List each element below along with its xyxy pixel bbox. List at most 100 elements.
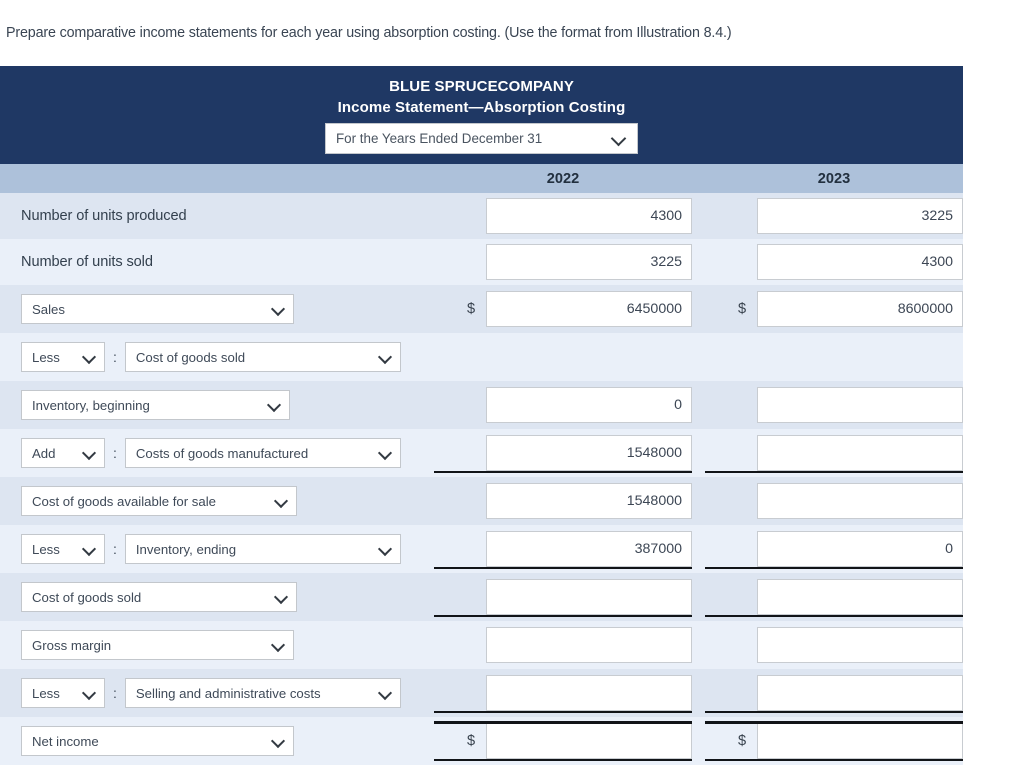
chevron-down-icon: [272, 735, 285, 748]
amount-input-gross-margin-2022[interactable]: [486, 627, 692, 663]
line-item-select-cost-of-goods-sold[interactable]: Cost of goods sold: [124, 342, 401, 372]
statement-banner: BLUE SPRUCECOMPANY Income Statement—Abso…: [0, 66, 963, 164]
value-cell-2023: $: [705, 627, 963, 663]
value-cell-2023: $: [705, 675, 963, 713]
value-cell-2022: $1548000: [434, 435, 692, 473]
amount-input-number-of-units-produced-2023[interactable]: 3225: [757, 198, 963, 234]
amount-input-inventory-ending-2022[interactable]: 387000: [486, 531, 692, 567]
chevron-down-icon: [379, 687, 392, 700]
amount-input-cost-of-goods-available-for-sale-2022[interactable]: 1548000: [486, 483, 692, 519]
statement-row: Number of units produced $4300 $3225: [0, 193, 963, 239]
line-item-select-gross-margin[interactable]: Gross margin: [21, 630, 294, 660]
line-item-select-net-income[interactable]: Net income: [21, 726, 294, 756]
value-cell-2022: $3225: [434, 244, 692, 280]
operator-select-cost-of-goods-sold[interactable]: Less: [21, 342, 105, 372]
line-item-select-value: Costs of goods manufactured: [135, 445, 309, 461]
chevron-down-icon: [272, 639, 285, 652]
statement-rows: Number of units produced$4300$3225Number…: [0, 193, 963, 765]
row-label-cell: Cost of goods sold: [0, 582, 434, 612]
amount-input-selling-and-administrative-costs-2022[interactable]: [486, 675, 692, 711]
company-name: BLUE SPRUCECOMPANY: [389, 78, 574, 95]
currency-symbol: $: [466, 301, 476, 317]
amount-input-inventory-beginning-2023[interactable]: [757, 387, 963, 423]
row-label-cell: Add: Costs of goods manufactured: [0, 438, 434, 468]
chevron-down-icon: [268, 399, 281, 412]
amount-input-costs-of-goods-manufactured-2022[interactable]: 1548000: [486, 435, 692, 471]
value-cell-2023: $: [705, 435, 963, 473]
amount-input-net-income-2023[interactable]: [757, 723, 963, 759]
statement-row: Add: Costs of goods manufactured $1548000 $: [0, 429, 963, 477]
value-cell-2023: $: [705, 721, 963, 761]
value-cell-2023: $: [705, 387, 963, 423]
amount-input-number-of-units-produced-2022[interactable]: 4300: [486, 198, 692, 234]
operator-select-selling-and-administrative-costs[interactable]: Less: [21, 678, 105, 708]
line-item-select-selling-and-administrative-costs[interactable]: Selling and administrative costs: [124, 678, 401, 708]
row-label-cell: Number of units sold: [0, 254, 434, 270]
value-cell-2023: $8600000: [705, 291, 963, 327]
amount-input-number-of-units-sold-2022[interactable]: 3225: [486, 244, 692, 280]
income-statement-table: BLUE SPRUCECOMPANY Income Statement—Abso…: [0, 66, 963, 765]
column-header-2022: 2022: [546, 170, 580, 187]
row-label-cell: Number of units produced: [0, 208, 434, 224]
amount-input-selling-and-administrative-costs-2023[interactable]: [757, 675, 963, 711]
row-label-number-of-units-produced: Number of units produced: [21, 208, 187, 224]
value-cell-2023: $: [705, 579, 963, 617]
line-item-select-inventory-ending[interactable]: Inventory, ending: [124, 534, 401, 564]
value-cell-2023: $4300: [705, 244, 963, 280]
row-label-cell: Gross margin: [0, 630, 434, 660]
line-item-select-cost-of-goods-sold[interactable]: Cost of goods sold: [21, 582, 297, 612]
amount-input-gross-margin-2023[interactable]: [757, 627, 963, 663]
label-separator: :: [113, 541, 117, 557]
currency-symbol: $: [737, 733, 747, 749]
line-item-select-value: Selling and administrative costs: [135, 685, 321, 701]
line-item-select-sales[interactable]: Sales: [21, 294, 294, 324]
operator-select-inventory-ending[interactable]: Less: [21, 534, 105, 564]
operator-select-value: Less: [32, 349, 60, 365]
line-item-select-costs-of-goods-manufactured[interactable]: Costs of goods manufactured: [124, 438, 401, 468]
line-item-select-inventory-beginning[interactable]: Inventory, beginning: [21, 390, 290, 420]
label-separator: :: [113, 685, 117, 701]
value-cell-2022: $: [434, 349, 692, 365]
label-separator: :: [113, 349, 117, 365]
statement-row: Cost of goods sold $ $: [0, 573, 963, 621]
row-label-cell: Inventory, beginning: [0, 390, 434, 420]
chevron-down-icon: [83, 687, 96, 700]
amount-input-cost-of-goods-available-for-sale-2023[interactable]: [757, 483, 963, 519]
statement-row: Less: Cost of goods sold $ $: [0, 333, 963, 381]
row-label-cell: Net income: [0, 726, 434, 756]
value-cell-2022: $: [434, 675, 692, 713]
value-cell-2022: $6450000: [434, 291, 692, 327]
amount-input-cost-of-goods-sold-2022[interactable]: [486, 579, 692, 615]
row-label-cell: Sales: [0, 294, 434, 324]
value-cell-2022: $4300: [434, 198, 692, 234]
statement-row: Net income $ $: [0, 717, 963, 765]
amount-input-inventory-beginning-2022[interactable]: 0: [486, 387, 692, 423]
chevron-down-icon: [83, 543, 96, 556]
operator-select-value: Add: [32, 445, 56, 461]
period-select[interactable]: For the Years Ended December 31: [325, 123, 638, 154]
chevron-down-icon: [83, 351, 96, 364]
line-item-select-value: Cost of goods available for sale: [32, 493, 217, 509]
column-header-2023: 2023: [817, 170, 851, 187]
chevron-down-icon: [379, 447, 392, 460]
row-label-cell: Less: Inventory, ending: [0, 534, 434, 564]
amount-input-number-of-units-sold-2023[interactable]: 4300: [757, 244, 963, 280]
value-cell-2022: $: [434, 579, 692, 617]
amount-input-sales-2023[interactable]: 8600000: [757, 291, 963, 327]
statement-row: Cost of goods available for sale $1548000…: [0, 477, 963, 525]
chevron-down-icon: [379, 351, 392, 364]
statement-row: Less: Selling and administrative costs $ $: [0, 669, 963, 717]
amount-input-net-income-2022[interactable]: [486, 723, 692, 759]
value-cell-2022: $1548000: [434, 483, 692, 519]
operator-select-costs-of-goods-manufactured[interactable]: Add: [21, 438, 105, 468]
amount-input-inventory-ending-2023[interactable]: 0: [757, 531, 963, 567]
amount-input-cost-of-goods-sold-2023[interactable]: [757, 579, 963, 615]
line-item-select-cost-of-goods-available-for-sale[interactable]: Cost of goods available for sale: [21, 486, 297, 516]
line-item-select-value: Gross margin: [32, 637, 112, 653]
statement-row: Less: Inventory, ending $387000 $0: [0, 525, 963, 573]
chevron-down-icon: [83, 447, 96, 460]
amount-input-sales-2022[interactable]: 6450000: [486, 291, 692, 327]
currency-symbol: $: [737, 301, 747, 317]
line-item-select-value: Inventory, beginning: [32, 397, 150, 413]
amount-input-costs-of-goods-manufactured-2023[interactable]: [757, 435, 963, 471]
